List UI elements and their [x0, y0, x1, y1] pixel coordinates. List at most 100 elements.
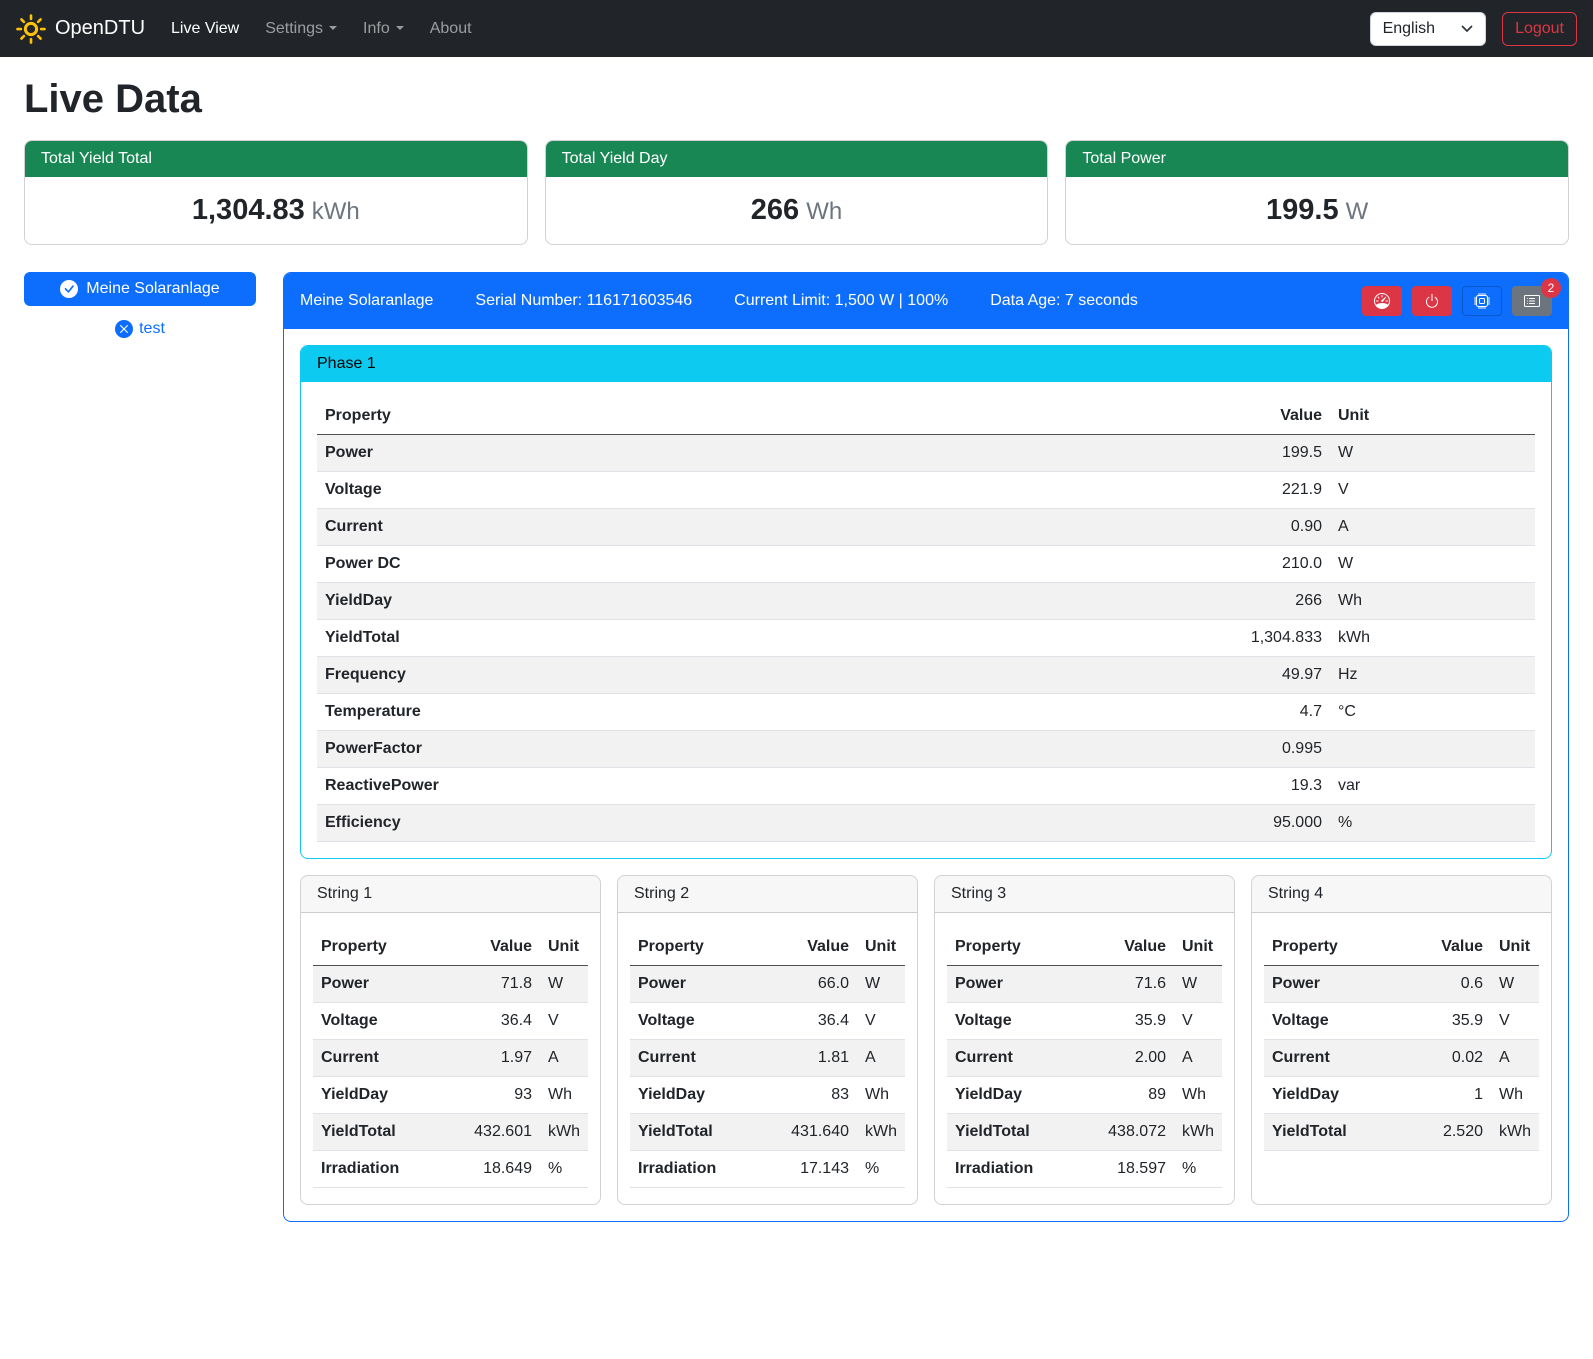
table-row: Power71.6W — [947, 966, 1222, 1003]
property-cell: Power — [947, 966, 1074, 1003]
table-row: YieldDay89Wh — [947, 1077, 1222, 1114]
property-cell: Voltage — [947, 1003, 1074, 1040]
check-circle-icon — [60, 280, 78, 298]
brand[interactable]: OpenDTU — [16, 14, 145, 44]
logout-button[interactable]: Logout — [1502, 12, 1577, 46]
property-cell: Frequency — [317, 657, 923, 694]
table-header-row: Property Value Unit — [313, 929, 588, 966]
eventlog-button[interactable]: 2 — [1512, 286, 1552, 316]
property-cell: YieldTotal — [630, 1114, 757, 1151]
table-header-row: Property Value Unit — [630, 929, 905, 966]
value-cell: 432.601 — [440, 1114, 540, 1151]
property-cell: Irradiation — [947, 1151, 1074, 1188]
nav-live-view[interactable]: Live View — [163, 12, 247, 46]
value-cell: 18.597 — [1074, 1151, 1174, 1188]
table-row: YieldTotal1,304.833kWh — [317, 620, 1535, 657]
value-cell: 210.0 — [923, 546, 1330, 583]
nav-info-dropdown[interactable]: Info — [355, 12, 412, 46]
column-unit: Unit — [857, 929, 905, 966]
limit-settings-button[interactable] — [1362, 286, 1402, 316]
unit-cell: % — [1174, 1151, 1222, 1188]
unit-cell: Wh — [1330, 583, 1535, 620]
string-body: Property Value Unit Power0.6W Voltage35.… — [1252, 913, 1551, 1167]
unit-cell: V — [1174, 1003, 1222, 1040]
table-row: Irradiation17.143% — [630, 1151, 905, 1188]
inverter-panel-body: Phase 1 Property Value Unit — [284, 329, 1568, 1221]
unit-cell: V — [540, 1003, 588, 1040]
nav-about[interactable]: About — [422, 12, 480, 46]
string-card-4: String 4 Property Value Unit — [1251, 875, 1552, 1205]
table-row: YieldDay83Wh — [630, 1077, 905, 1114]
power-icon — [1424, 293, 1440, 309]
property-cell: YieldTotal — [317, 620, 923, 657]
table-row: Temperature4.7°C — [317, 694, 1535, 731]
property-cell: Irradiation — [630, 1151, 757, 1188]
property-cell: Temperature — [317, 694, 923, 731]
property-cell: Power — [313, 966, 440, 1003]
string-body: Property Value Unit Power71.8W Voltage36… — [301, 913, 600, 1204]
inverter-select-test[interactable]: test — [24, 320, 256, 338]
unit-cell: W — [1174, 966, 1222, 1003]
string-title: String 2 — [618, 876, 917, 913]
inverter-select-meine-solaranlage[interactable]: Meine Solaranlage — [24, 272, 256, 306]
phase-title: Phase 1 — [301, 346, 1551, 382]
table-row: Current0.90A — [317, 509, 1535, 546]
unit-cell: V — [1491, 1003, 1539, 1040]
property-cell: YieldDay — [630, 1077, 757, 1114]
property-cell: Voltage — [317, 472, 923, 509]
summary-card-body: 1,304.83kWh — [25, 177, 527, 244]
string-title: String 4 — [1252, 876, 1551, 913]
chevron-down-icon — [1461, 25, 1473, 33]
table-header-row: Property Value Unit — [1264, 929, 1539, 966]
unit-cell: % — [1330, 805, 1535, 842]
column-property: Property — [947, 929, 1074, 966]
value-cell: 36.4 — [440, 1003, 540, 1040]
value-cell: 1.97 — [440, 1040, 540, 1077]
inverter-sidebar: Meine Solaranlage test — [24, 272, 256, 338]
string-card-3: String 3 Property Value Unit — [934, 875, 1235, 1205]
value-cell: 71.6 — [1074, 966, 1174, 1003]
table-row: Power0.6W — [1264, 966, 1539, 1003]
inverter-limit: Current Limit: 1,500 W | 100% — [734, 292, 948, 310]
value-cell: 0.995 — [923, 731, 1330, 768]
table-row: YieldTotal2.520kWh — [1264, 1114, 1539, 1151]
inverter-info-button[interactable] — [1462, 286, 1502, 316]
unit-cell: W — [1330, 435, 1535, 472]
summary-card-title: Total Yield Total — [25, 141, 527, 177]
nav-right: English Logout — [1370, 12, 1577, 46]
language-select[interactable]: English — [1370, 12, 1486, 46]
table-row: Current1.97A — [313, 1040, 588, 1077]
table-header-row: Property Value Unit — [317, 398, 1535, 435]
unit-cell: W — [857, 966, 905, 1003]
value-cell: 431.640 — [757, 1114, 857, 1151]
nav-settings-dropdown[interactable]: Settings — [257, 12, 345, 46]
table-row: Current2.00A — [947, 1040, 1222, 1077]
main-row: Meine Solaranlage test Meine Solaranlage… — [24, 272, 1569, 1222]
string-title: String 1 — [301, 876, 600, 913]
unit-cell: kWh — [857, 1114, 905, 1151]
property-cell: YieldDay — [947, 1077, 1074, 1114]
value-cell: 18.649 — [440, 1151, 540, 1188]
unit-cell: Wh — [540, 1077, 588, 1114]
property-cell: Current — [630, 1040, 757, 1077]
property-cell: Voltage — [630, 1003, 757, 1040]
unit-cell: var — [1330, 768, 1535, 805]
unit-cell: kWh — [1174, 1114, 1222, 1151]
power-toggle-button[interactable] — [1412, 286, 1452, 316]
property-cell: Current — [313, 1040, 440, 1077]
navbar: OpenDTU Live View Settings Info About En… — [0, 0, 1593, 57]
value-cell: 0.90 — [923, 509, 1330, 546]
column-property: Property — [313, 929, 440, 966]
table-row: Power199.5W — [317, 435, 1535, 472]
value-cell: 2.00 — [1074, 1040, 1174, 1077]
property-cell: YieldDay — [1264, 1077, 1403, 1114]
table-header-row: Property Value Unit — [947, 929, 1222, 966]
strings-row: String 1 Property Value Unit — [300, 875, 1552, 1205]
property-cell: Power — [317, 435, 923, 472]
value-cell: 1.81 — [757, 1040, 857, 1077]
table-row: ReactivePower19.3var — [317, 768, 1535, 805]
unit-cell: A — [857, 1040, 905, 1077]
table-row: Current0.02A — [1264, 1040, 1539, 1077]
column-property: Property — [1264, 929, 1403, 966]
inverter-serial: Serial Number: 116171603546 — [475, 292, 692, 310]
